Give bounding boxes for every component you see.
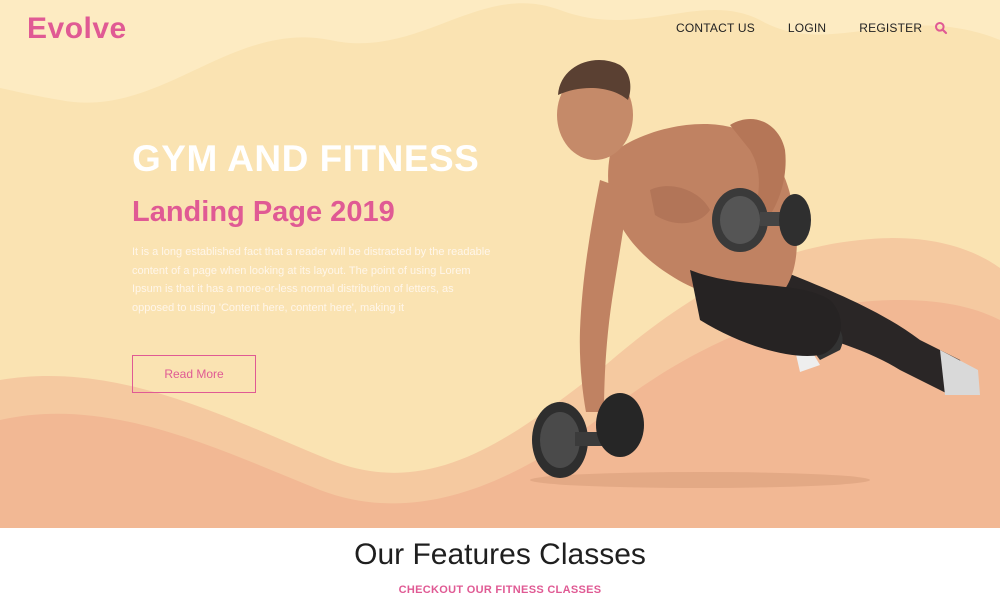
features-subtitle: CHECKOUT OUR FITNESS CLASSES — [398, 584, 602, 596]
features-section: Our Features Classes CHECKOUT OUR FITNES… — [0, 528, 1000, 600]
read-more-button[interactable]: Read More — [132, 355, 256, 393]
athlete-image — [530, 59, 980, 488]
search-icon[interactable] — [934, 21, 948, 35]
brand-logo[interactable]: Evolve — [27, 12, 127, 46]
hero-section: Evolve CONTACT US LOGIN REGISTER GYM AND… — [0, 0, 1000, 528]
features-title: Our Features Classes — [354, 538, 646, 571]
nav-login[interactable]: LOGIN — [788, 21, 826, 35]
nav-contact-us[interactable]: CONTACT US — [676, 21, 755, 35]
nav-register[interactable]: REGISTER — [859, 21, 922, 35]
hero-title: GYM AND FITNESS — [132, 138, 480, 179]
top-navigation: CONTACT US LOGIN REGISTER — [676, 21, 922, 35]
hero-description: It is a long established fact that a rea… — [132, 246, 491, 314]
hero-subtitle: Landing Page 2019 — [132, 196, 395, 228]
